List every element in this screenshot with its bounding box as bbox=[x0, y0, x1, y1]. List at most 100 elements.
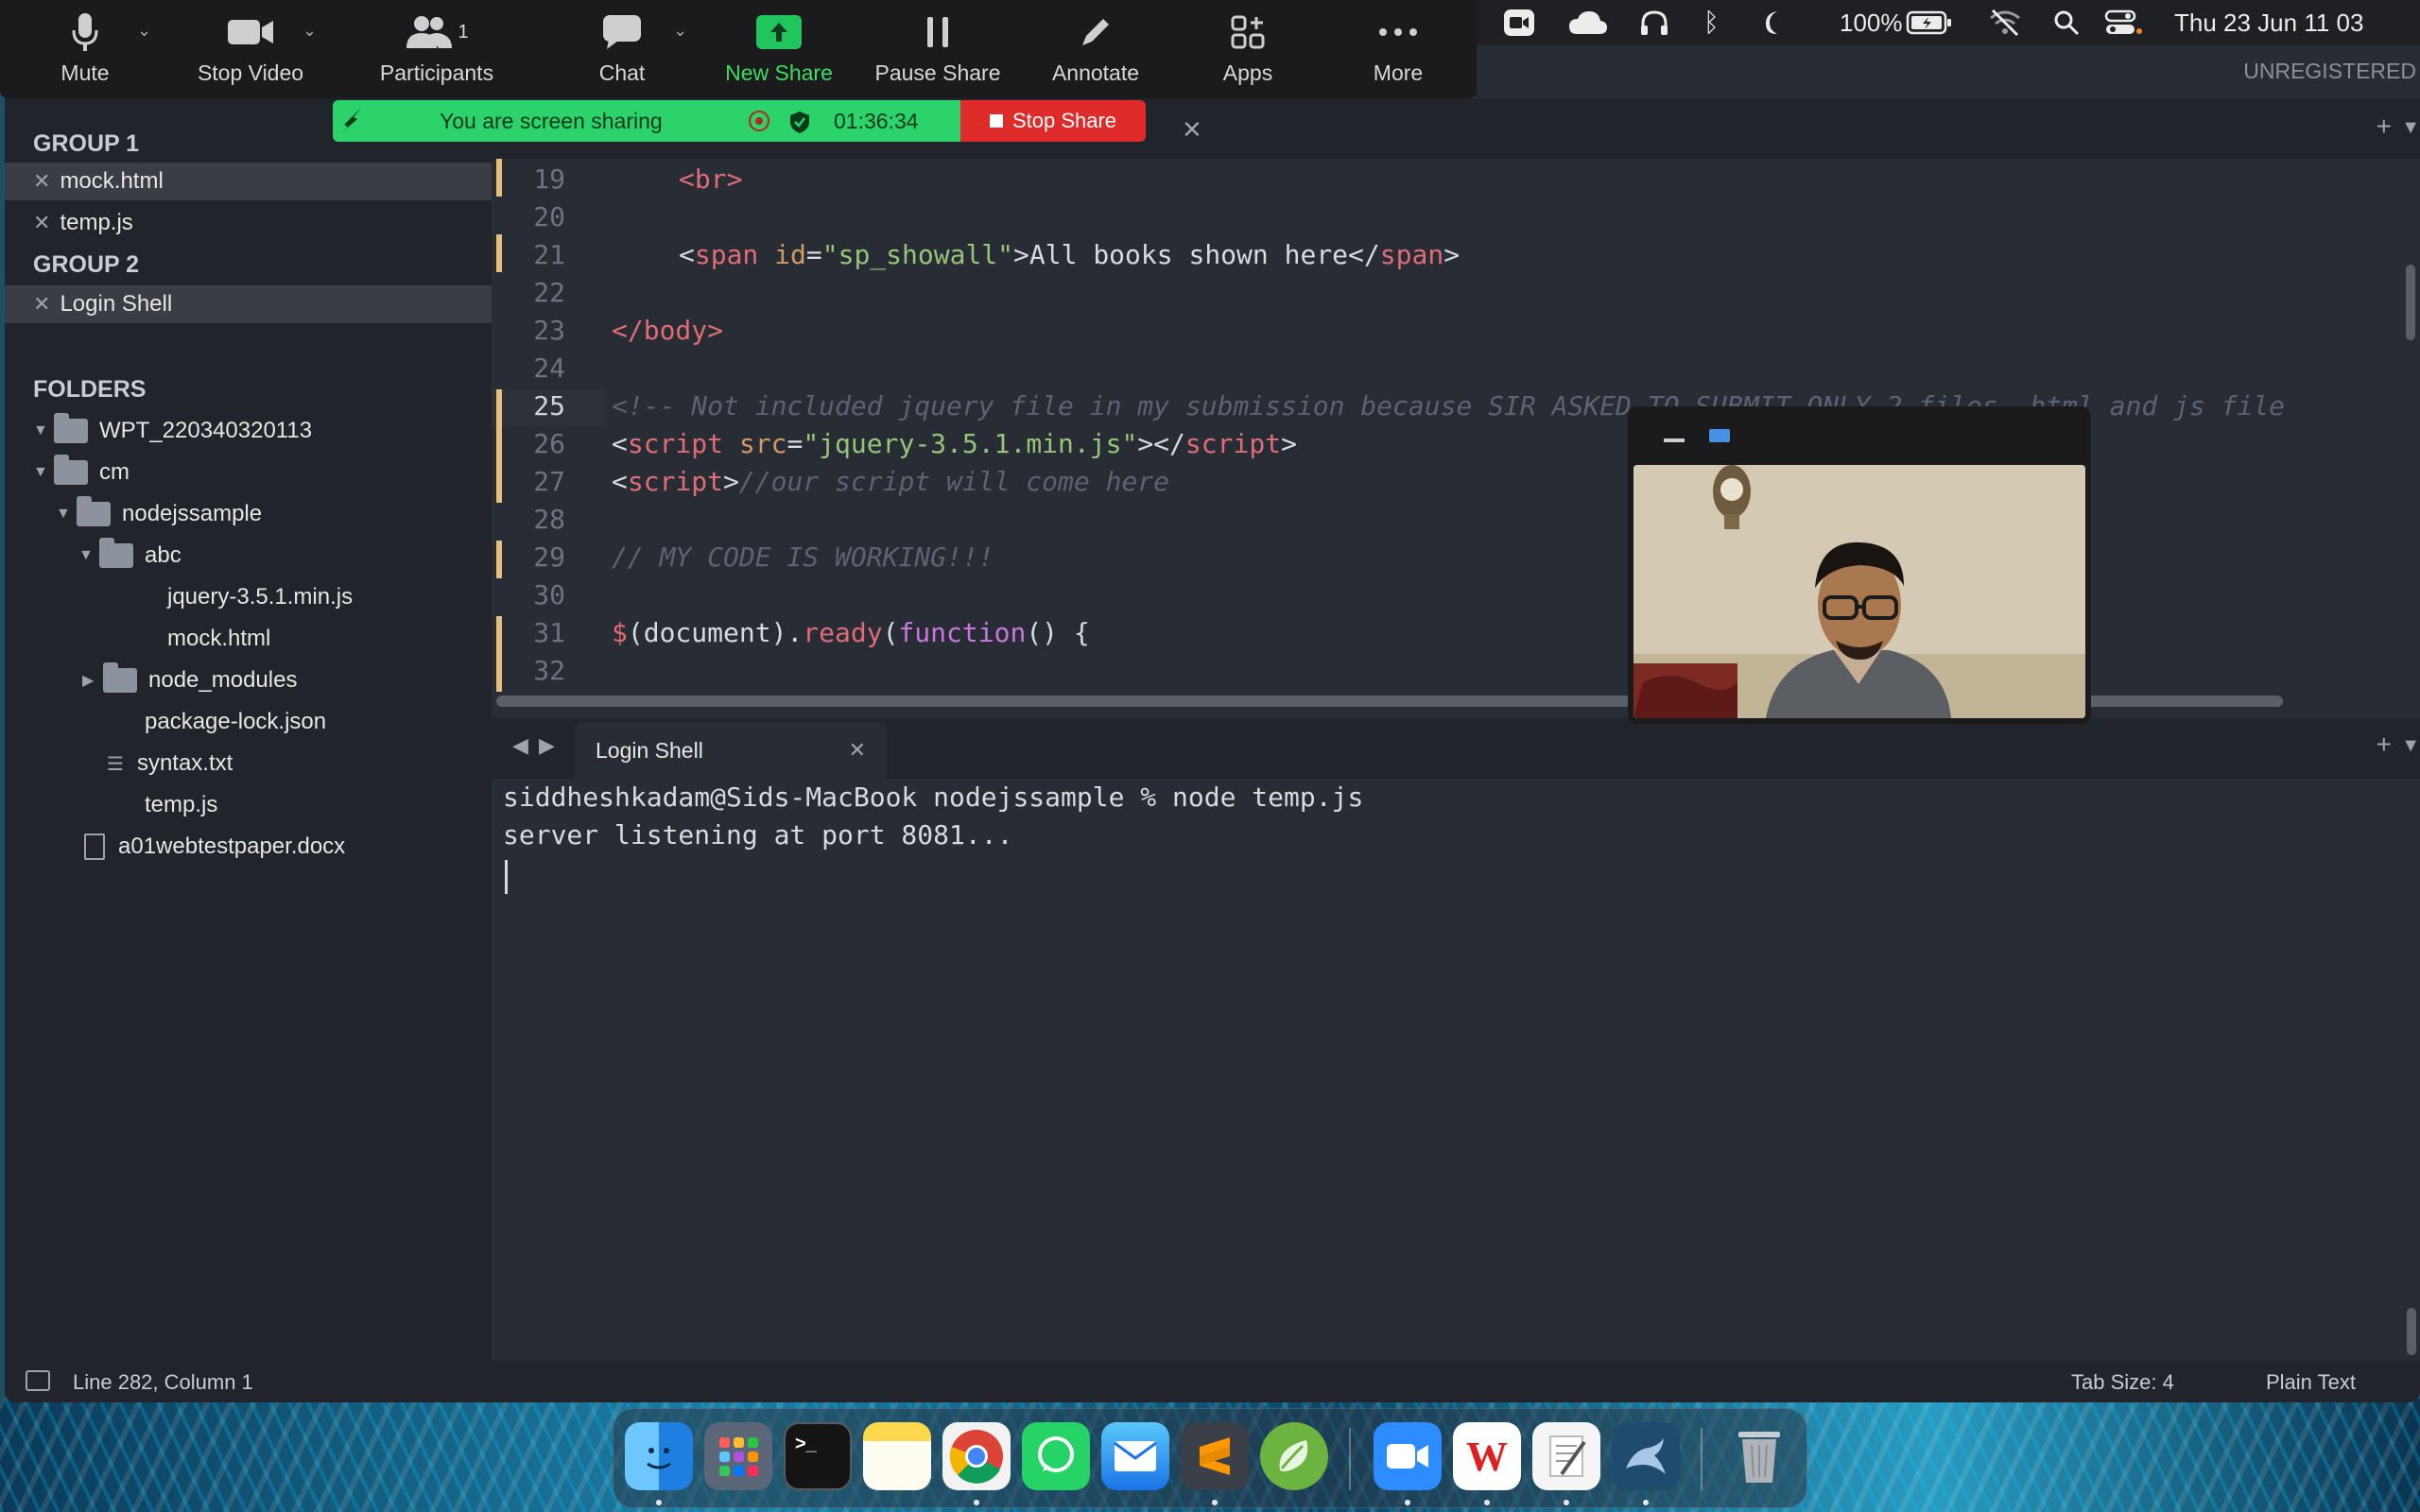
chevron-down-icon[interactable]: ⌄ bbox=[673, 21, 687, 41]
syntax-mode[interactable]: Plain Text bbox=[2266, 1370, 2356, 1395]
code-token: // MY CODE IS WORKING!!! bbox=[612, 541, 994, 573]
close-icon[interactable]: ✕ bbox=[849, 738, 866, 763]
drag-handle-icon[interactable] bbox=[340, 106, 365, 140]
battery-icon[interactable] bbox=[1906, 0, 1953, 45]
wifi-off-icon[interactable] bbox=[1989, 0, 2021, 45]
new-share-button[interactable]: New Share bbox=[720, 9, 838, 94]
code-token: document bbox=[643, 617, 771, 648]
folder-icon bbox=[77, 496, 111, 526]
plus-icon[interactable]: + bbox=[2377, 730, 2392, 760]
code-editor[interactable]: 19 20 21 22 23 24 25 26 27 28 29 30 31 3… bbox=[492, 159, 2420, 699]
sidebar-toggle-icon[interactable] bbox=[26, 1370, 50, 1391]
vertical-scrollbar[interactable] bbox=[2407, 1308, 2416, 1355]
code-line: <br> bbox=[679, 161, 742, 198]
launchpad-icon[interactable] bbox=[704, 1422, 772, 1490]
arrow-left-icon[interactable]: ◀ bbox=[512, 733, 528, 758]
more-button[interactable]: More bbox=[1363, 9, 1433, 94]
mysql-workbench-icon[interactable] bbox=[1612, 1422, 1680, 1490]
terminal-tabbar: ◀ ▶ Login Shell ✕ + ▼ bbox=[492, 718, 2420, 779]
unregistered-label: UNREGISTERED bbox=[2243, 59, 2416, 83]
search-icon[interactable] bbox=[2053, 0, 2080, 45]
mute-button[interactable]: Mute bbox=[51, 9, 119, 94]
terminal-icon[interactable]: >_ bbox=[784, 1422, 852, 1490]
headphones-icon[interactable] bbox=[1639, 0, 1669, 45]
file-mock-html[interactable]: mock.html bbox=[5, 620, 492, 658]
participants-button[interactable]: 1 Participants bbox=[371, 9, 503, 94]
webcam-preview[interactable] bbox=[1628, 406, 2091, 724]
stop-share-button[interactable]: Stop Share bbox=[960, 100, 1146, 142]
file-jquery[interactable]: jquery-3.5.1.min.js bbox=[5, 578, 492, 616]
open-file-temp-js[interactable]: ✕ temp.js bbox=[5, 204, 492, 242]
open-file-mock-html[interactable]: ✕ mock.html bbox=[5, 163, 492, 200]
folder-nodejssample[interactable]: ▼ nodejssample bbox=[5, 495, 492, 533]
file-temp-js[interactable]: temp.js bbox=[5, 786, 492, 824]
terminal-output[interactable]: siddheshkadam@Sids-MacBook nodejssample … bbox=[492, 779, 2420, 1361]
spring-tool-icon[interactable] bbox=[1260, 1422, 1328, 1490]
file-label: package-lock.json bbox=[145, 709, 327, 734]
chevron-down-icon[interactable]: ▼ bbox=[33, 464, 54, 481]
status-bar: Line 282, Column 1 Tab Size: 4 Plain Tex… bbox=[5, 1361, 2420, 1402]
apps-button[interactable]: Apps bbox=[1219, 9, 1276, 94]
minimize-icon[interactable] bbox=[1664, 438, 1685, 442]
folder-abc[interactable]: ▼ abc bbox=[5, 537, 492, 575]
textedit-icon[interactable] bbox=[1532, 1422, 1600, 1490]
close-icon[interactable]: ✕ bbox=[33, 169, 50, 194]
file-docx[interactable]: a01webtestpaper.docx bbox=[5, 828, 492, 866]
control-center-icon[interactable] bbox=[2104, 0, 2142, 45]
chevron-down-icon[interactable]: ▼ bbox=[78, 547, 99, 564]
apps-icon bbox=[1229, 9, 1267, 55]
clock[interactable]: Thu 23 Jun 11 03 bbox=[2174, 0, 2363, 45]
chevron-down-icon[interactable]: ▼ bbox=[2401, 117, 2420, 139]
file-label: syntax.txt bbox=[136, 750, 233, 776]
chevron-down-icon[interactable]: ▼ bbox=[2401, 735, 2420, 757]
tab-size[interactable]: Tab Size: 4 bbox=[2071, 1370, 2174, 1395]
webcam-person-image bbox=[1634, 465, 2085, 718]
zoom-icon[interactable] bbox=[1374, 1422, 1442, 1490]
close-icon[interactable]: ✕ bbox=[33, 292, 50, 317]
chevron-right-icon[interactable]: ▶ bbox=[82, 671, 103, 690]
expand-icon[interactable] bbox=[1709, 429, 1730, 442]
close-icon[interactable]: ✕ bbox=[33, 211, 50, 235]
close-tab-icon[interactable]: ✕ bbox=[1182, 115, 1202, 145]
open-file-login-shell[interactable]: ✕ Login Shell bbox=[5, 285, 492, 323]
pause-share-button[interactable]: Pause Share bbox=[870, 9, 1006, 94]
cloud-icon[interactable] bbox=[1567, 0, 1609, 45]
folder-wpt[interactable]: ▼ WPT_220340320113 bbox=[5, 412, 492, 450]
mail-icon[interactable] bbox=[1101, 1422, 1169, 1490]
zoom-menubar-icon[interactable] bbox=[1503, 0, 1535, 45]
plus-icon[interactable]: + bbox=[2377, 112, 2392, 142]
bluetooth-icon[interactable]: ᛒ bbox=[1703, 0, 1720, 45]
file-package-lock[interactable]: package-lock.json bbox=[5, 703, 492, 741]
chevron-down-icon[interactable]: ▼ bbox=[33, 422, 54, 439]
text-file-icon: ☰ bbox=[107, 753, 124, 775]
chrome-icon[interactable] bbox=[942, 1422, 1011, 1490]
sublime-text-icon[interactable] bbox=[1181, 1422, 1249, 1490]
chat-bubble-icon bbox=[601, 9, 643, 55]
do-not-disturb-icon[interactable] bbox=[1760, 0, 1787, 45]
file-label: temp.js bbox=[145, 792, 218, 817]
share-screen-icon bbox=[756, 15, 802, 49]
chevron-down-icon[interactable]: ⌄ bbox=[137, 21, 151, 41]
trash-icon[interactable] bbox=[1725, 1422, 1793, 1490]
vertical-scrollbar[interactable] bbox=[2406, 265, 2415, 340]
arrow-right-icon[interactable]: ▶ bbox=[539, 733, 555, 758]
file-syntax-txt[interactable]: ☰ syntax.txt bbox=[5, 745, 492, 782]
folder-label: WPT_220340320113 bbox=[99, 418, 313, 443]
tab-login-shell[interactable]: Login Shell ✕ bbox=[575, 722, 887, 779]
chevron-down-icon[interactable]: ⌄ bbox=[302, 21, 317, 41]
button-label: Annotate bbox=[1051, 60, 1140, 85]
chat-button[interactable]: Chat bbox=[586, 9, 658, 94]
sharing-status[interactable]: You are screen sharing 01:36:34 bbox=[333, 100, 960, 142]
chevron-down-icon[interactable]: ▼ bbox=[56, 506, 77, 523]
button-label: Mute bbox=[60, 60, 110, 85]
finder-icon[interactable] bbox=[625, 1422, 693, 1490]
code-line: <script src="jquery-3.5.1.min.js"></scri… bbox=[612, 428, 1297, 459]
folder-node-modules[interactable]: ▶ node_modules bbox=[5, 662, 492, 699]
stop-video-button[interactable]: Stop Video bbox=[189, 9, 312, 94]
file-label: mock.html bbox=[60, 168, 164, 194]
wps-office-icon[interactable]: W bbox=[1453, 1422, 1521, 1490]
annotate-button[interactable]: Annotate bbox=[1046, 9, 1146, 94]
whatsapp-icon[interactable] bbox=[1022, 1422, 1090, 1490]
folder-cm[interactable]: ▼ cm bbox=[5, 454, 492, 491]
notes-icon[interactable] bbox=[863, 1422, 931, 1490]
